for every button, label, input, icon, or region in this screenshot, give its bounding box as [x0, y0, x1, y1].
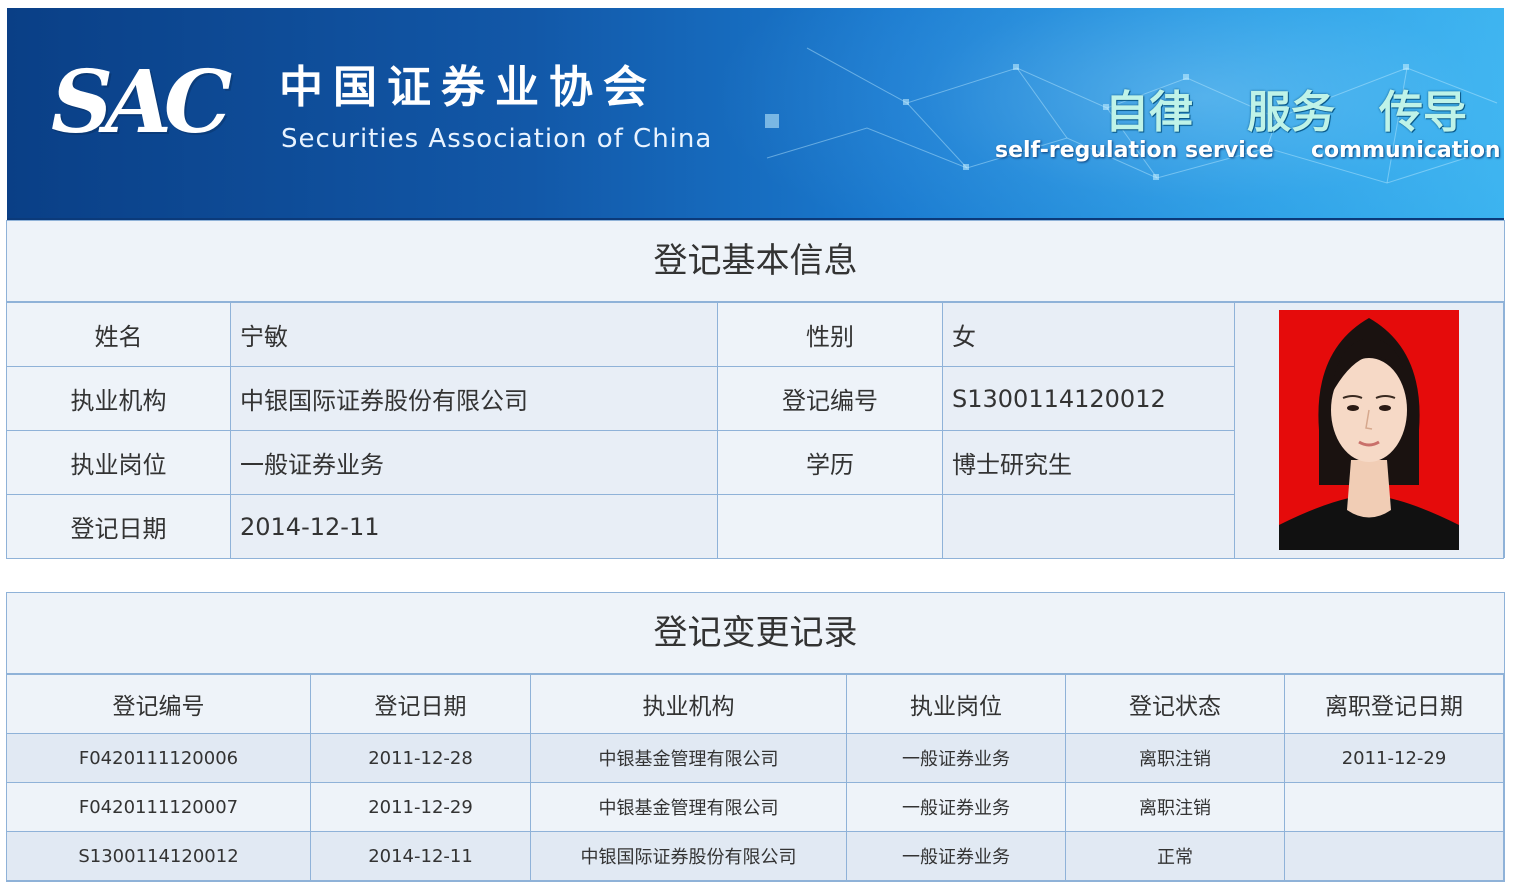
column-header-registration-date: 登记日期 [310, 674, 531, 734]
column-header-institution: 执业机构 [530, 674, 847, 734]
institution-label: 执业机构 [6, 366, 231, 431]
cell-status: 离职注销 [1065, 782, 1285, 832]
gender-value: 女 [942, 302, 1235, 367]
change-records-table: 登记编号 登记日期 执业机构 执业岗位 登记状态 离职登记日期 F0420111… [6, 674, 1504, 881]
cell-registration-number: S1300114120012 [6, 831, 311, 881]
change-records-panel: 登记变更记录 登记编号 登记日期 执业机构 执业岗位 登记状态 离职登记日期 F… [6, 592, 1505, 882]
basic-info-title: 登记基本信息 [7, 221, 1504, 302]
org-name-cn: 中国证券业协会 [279, 62, 657, 113]
slogan-self-regulation-en: self-regulation [995, 138, 1178, 163]
education-label: 学历 [717, 430, 943, 495]
cell-departure-date [1284, 782, 1504, 832]
position-value: 一般证券业务 [230, 430, 718, 495]
cell-institution: 中银基金管理有限公司 [530, 733, 847, 783]
cell-registration-date: 2011-12-29 [310, 782, 531, 832]
header-banner: SAC 中国证券业协会 Securities Association of Ch… [7, 8, 1504, 220]
slogan-service-en: service [1185, 138, 1274, 163]
slogan-self-regulation-cn: 自律 [1105, 87, 1193, 138]
cell-position: 一般证券业务 [846, 733, 1066, 783]
empty-label [717, 494, 943, 559]
cell-registration-date: 2011-12-28 [310, 733, 531, 783]
table-row: F0420111120007 2011-12-29 中银基金管理有限公司 一般证… [6, 782, 1504, 832]
slogan-communication-en: communication [1311, 138, 1501, 163]
change-records-title: 登记变更记录 [7, 593, 1504, 674]
table-row: F0420111120006 2011-12-28 中银基金管理有限公司 一般证… [6, 733, 1504, 783]
cell-status: 正常 [1065, 831, 1285, 881]
institution-value: 中银国际证券股份有限公司 [230, 366, 718, 431]
education-value: 博士研究生 [942, 430, 1235, 495]
registration-number-value: S1300114120012 [942, 366, 1235, 431]
cell-registration-date: 2014-12-11 [310, 831, 531, 881]
position-label: 执业岗位 [6, 430, 231, 495]
gender-label: 性别 [717, 302, 943, 367]
basic-info-panel: 登记基本信息 姓名 宁敏 性别 女 执业机构 中银国际证券股份有限公司 登记编号… [6, 220, 1505, 559]
column-header-registration-number: 登记编号 [6, 674, 311, 734]
sac-logo[interactable]: SAC [51, 60, 232, 146]
empty-value [942, 494, 1235, 559]
column-header-status: 登记状态 [1065, 674, 1285, 734]
cell-status: 离职注销 [1065, 733, 1285, 783]
slogan-communication-cn: 传导 [1379, 87, 1467, 138]
cell-institution: 中银国际证券股份有限公司 [530, 831, 847, 881]
table-header-row: 登记编号 登记日期 执业机构 执业岗位 登记状态 离职登记日期 [6, 674, 1504, 734]
column-header-departure-date: 离职登记日期 [1284, 674, 1504, 734]
registration-number-label: 登记编号 [717, 366, 943, 431]
cell-departure-date [1284, 831, 1504, 881]
cell-institution: 中银基金管理有限公司 [530, 782, 847, 832]
table-row: S1300114120012 2014-12-11 中银国际证券股份有限公司 一… [6, 831, 1504, 881]
cell-registration-number: F0420111120007 [6, 782, 311, 832]
column-header-position: 执业岗位 [846, 674, 1066, 734]
slogan-service-cn: 服务 [1247, 87, 1335, 138]
profile-photo [1279, 310, 1459, 550]
cell-position: 一般证券业务 [846, 831, 1066, 881]
registration-date-value: 2014-12-11 [230, 494, 718, 559]
registration-date-label: 登记日期 [6, 494, 231, 559]
org-name-en: Securities Association of China [281, 124, 713, 154]
name-label: 姓名 [6, 302, 231, 367]
cell-departure-date: 2011-12-29 [1284, 733, 1504, 783]
portrait-image [1279, 310, 1459, 550]
cell-registration-number: F0420111120006 [6, 733, 311, 783]
name-value: 宁敏 [230, 302, 718, 367]
cell-position: 一般证券业务 [846, 782, 1066, 832]
